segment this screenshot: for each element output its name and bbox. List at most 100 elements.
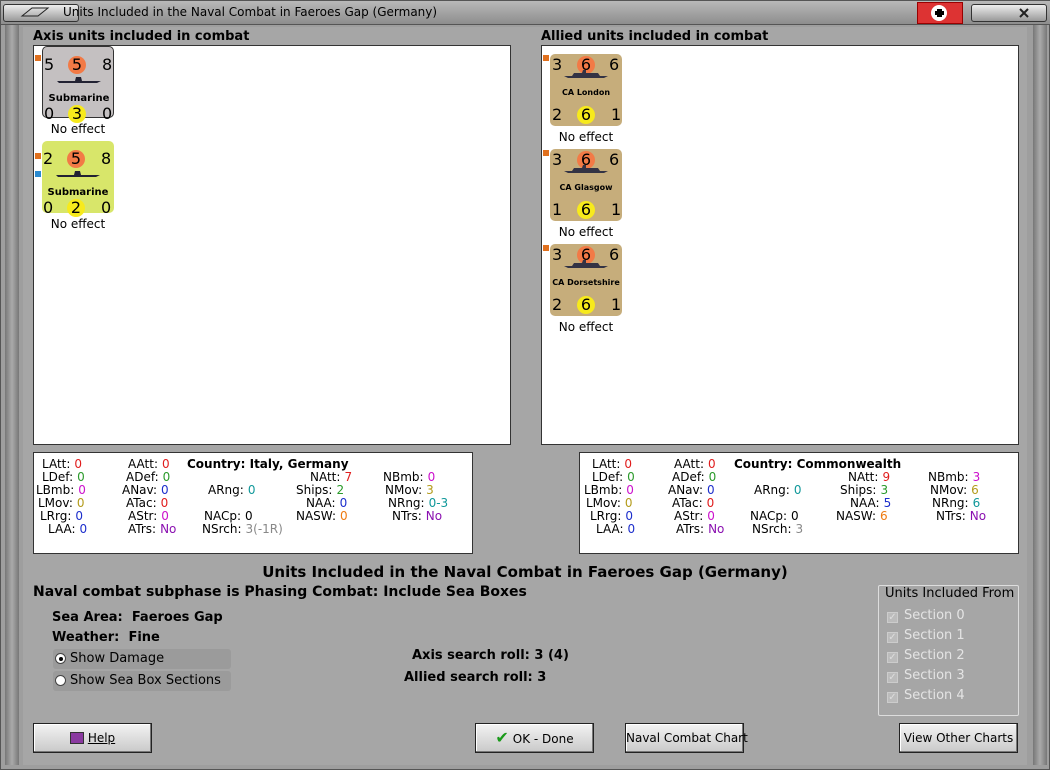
stat-nmov: NMov: 6: [930, 483, 979, 497]
stat-atac: ATac: 0: [672, 496, 715, 510]
unit-name: CA London: [561, 88, 611, 97]
stat-atrs: ATrs: No: [128, 522, 177, 536]
unit-low-mid: 3: [68, 105, 86, 123]
close-button[interactable]: [971, 4, 1047, 22]
country-row: Country: Commonwealth: [734, 457, 902, 471]
unit-defense: 6: [609, 245, 620, 264]
stat-ntrs: NTrs: No: [392, 509, 443, 523]
section-4-checkbox[interactable]: ✓ Section 4: [887, 688, 965, 703]
submarine-icon: [57, 77, 101, 83]
unit-defense: 8: [102, 55, 113, 74]
unit-name: CA Dorsetshire: [552, 278, 620, 287]
stat-laa: LAA: 0: [48, 522, 88, 536]
section-1-checkbox[interactable]: ✓ Section 1: [887, 628, 965, 643]
unit-name: Submarine: [48, 93, 110, 104]
stat-anav: ANav: 0: [122, 483, 169, 497]
unit-low-mid: 6: [577, 296, 595, 314]
checkbox-icon: ✓: [887, 612, 898, 623]
axis-stats-panel: LAtt: 0 LDef: 0 LBmb: 0 LMov: 0 LRrg: 0 LAA: 0…: [33, 452, 473, 554]
unit-low-mid: 6: [577, 201, 595, 219]
germany-flag-icon: [917, 2, 963, 24]
help-label: Help: [87, 731, 116, 745]
unit-low-right: 1: [611, 105, 622, 124]
section-2-checkbox[interactable]: ✓ Section 2: [887, 648, 965, 663]
stat-nacp: NACp: 0: [204, 509, 253, 523]
sea-area-label: Sea Area:: [52, 610, 123, 625]
unit-marker-icon: [35, 55, 41, 61]
dialog-body: Axis units included in combat Allied uni…: [23, 27, 1027, 765]
ok-label: OK - Done: [512, 732, 574, 746]
section-0-checkbox[interactable]: ✓ Section 0: [887, 608, 965, 623]
unit-marker-icon: [543, 150, 549, 156]
radio-selected-icon: [55, 653, 66, 664]
stat-lrrg: LRrg: 0: [590, 509, 634, 523]
left-border: [5, 25, 19, 765]
country-value: Commonwealth: [796, 457, 902, 471]
unit-low-mid: 6: [577, 106, 595, 124]
help-book-icon: [69, 732, 84, 744]
unit-effect: No effect: [558, 130, 614, 144]
axis-heading: Axis units included in combat: [33, 29, 250, 44]
unit-attack: 3: [552, 150, 563, 169]
stat-nsrch: NSrch: 3(-1R): [202, 522, 283, 536]
unit-low-left: 1: [552, 200, 563, 219]
stat-adef: ADef: 0: [126, 470, 171, 484]
close-icon: [1019, 8, 1029, 18]
unit-counter: 3 6 6 CA Glasgow 1 6 1: [550, 149, 622, 221]
stat-nbmb: NBmb: 3: [928, 470, 981, 484]
unit-counter: 5 5 8 Submarine 0 3 0: [42, 46, 114, 123]
checkbox-icon: ✓: [887, 632, 898, 643]
stat-lrrg: LRrg: 0: [40, 509, 84, 523]
unit-counter: 2 5 8 Submarine 0 2 0: [42, 141, 114, 217]
allied-units-panel: 3 6 6 CA London 2 6 1 No effect 3 6 6 CA…: [541, 45, 1019, 445]
section-3-checkbox[interactable]: ✓ Section 3: [887, 668, 965, 683]
stat-astr: AStr: 0: [128, 509, 169, 523]
stat-nmov: NMov: 3: [385, 483, 434, 497]
stat-natt: NAtt: 9: [848, 470, 891, 484]
sea-area-value: Faeroes Gap: [131, 610, 223, 625]
stat-anav: ANav: 0: [668, 483, 715, 497]
dialog-window: Units Included in the Naval Combat in Fa…: [0, 0, 1050, 770]
show-sections-radio[interactable]: Show Sea Box Sections: [53, 671, 231, 691]
country-value: Italy, Germany: [249, 457, 349, 471]
title-bar: Units Included in the Naval Combat in Fa…: [1, 1, 1050, 25]
unit-marker-icon: [35, 153, 41, 159]
cruiser-icon: [564, 70, 608, 78]
unit-defense: 8: [101, 149, 112, 168]
checkbox-icon: ✓: [887, 672, 898, 683]
view-other-charts-button[interactable]: View Other Charts: [899, 723, 1018, 753]
allied-heading: Allied units included in combat: [541, 29, 769, 44]
unit-low-left: 2: [552, 295, 563, 314]
stat-naa: NAA: 5: [850, 496, 892, 510]
stat-nasw: NASW: 0: [296, 509, 348, 523]
stat-astr: AStr: 0: [674, 509, 715, 523]
stat-lmov: LMov: 0: [586, 496, 633, 510]
unit-marker-icon: [543, 245, 549, 251]
cruiser-icon: [564, 165, 608, 173]
unit-low-left: 0: [43, 198, 54, 217]
stat-ldef: LDef: 0: [592, 470, 635, 484]
axis-search-value: 3 (4): [534, 648, 569, 663]
axis-units-panel: 5 5 8 Submarine 0 3 0 No effect 2 5 8 Su…: [33, 45, 511, 445]
unit-effect: No effect: [558, 225, 614, 239]
unit-low-mid: 2: [67, 199, 85, 217]
help-button[interactable]: Help: [33, 723, 152, 753]
naval-combat-chart-button[interactable]: Naval Combat Chart: [625, 723, 748, 753]
weather-row: Weather: Fine: [52, 630, 160, 645]
checkbox-icon: ✓: [887, 652, 898, 663]
stat-nsrch: NSrch: 3: [752, 522, 804, 536]
stat-lbmb: LBmb: 0: [36, 483, 86, 497]
unit-counter: 3 6 6 CA Dorsetshire 2 6 1: [550, 244, 622, 316]
unit-marker-icon: [543, 55, 549, 61]
allied-stats-panel: LAtt: 0 LDef: 0 LBmb: 0 LMov: 0 LRrg: 0 LAA: 0…: [579, 452, 1019, 554]
show-damage-radio[interactable]: Show Damage: [53, 649, 231, 669]
unit-low-right: 0: [102, 104, 113, 123]
sea-area-row: Sea Area: Faeroes Gap: [52, 610, 223, 625]
submarine-icon: [56, 171, 100, 177]
ok-done-button[interactable]: ✔ OK - Done: [475, 723, 594, 753]
unit-effect: No effect: [50, 217, 106, 231]
units-included-from-group: Units Included From ✓ Section 0 ✓ Section …: [878, 585, 1019, 716]
allied-search-value: 3: [537, 670, 547, 685]
stat-lmov: LMov: 0: [38, 496, 85, 510]
unit-effect: No effect: [558, 320, 614, 334]
